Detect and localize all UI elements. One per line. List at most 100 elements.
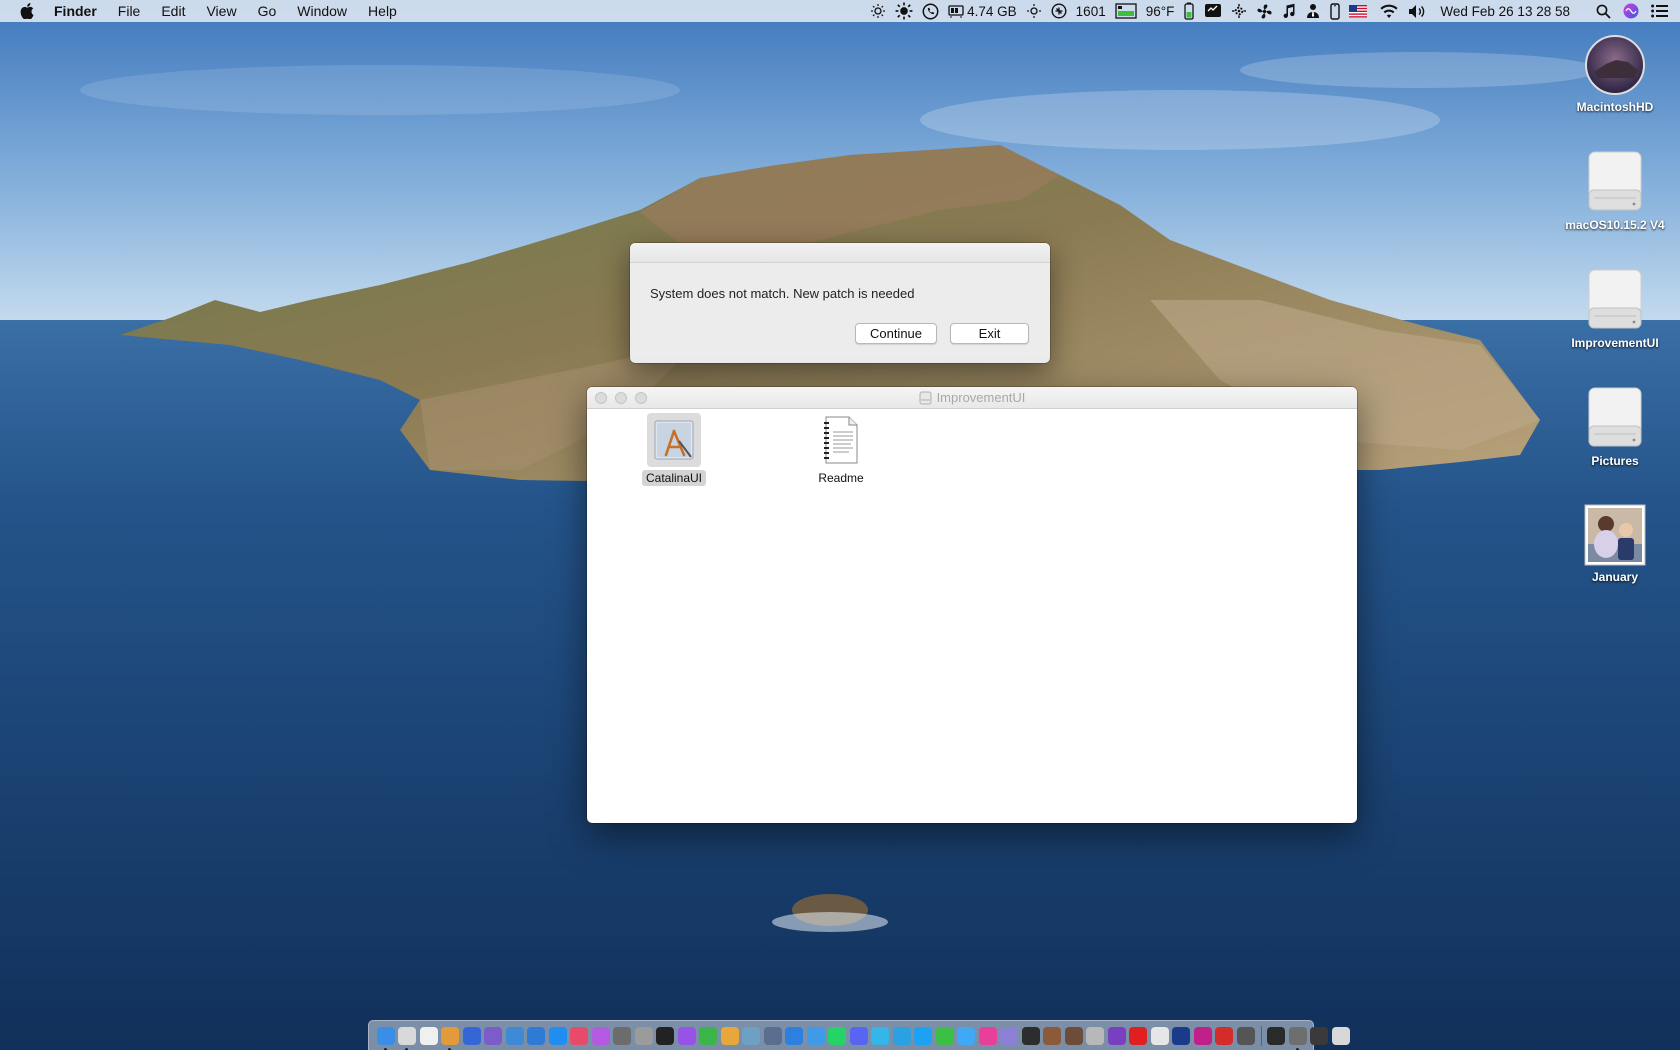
dock-app-icon[interactable] [935,1026,954,1045]
dock-app-icon[interactable] [1215,1026,1234,1045]
file-name: CatalinaUI [641,470,707,486]
dock-app-icon[interactable] [849,1026,868,1045]
dock-app-icon[interactable] [1064,1026,1083,1045]
text-document-icon [814,413,868,467]
us-flag-input-icon[interactable] [1349,4,1368,18]
catalina-disk-icon [1585,35,1645,95]
dock-app-icon[interactable] [634,1026,653,1045]
menu-view[interactable]: View [206,3,236,19]
temperature-value[interactable]: 96°F [1146,4,1175,19]
dock-app-icon[interactable] [1150,1026,1169,1045]
phone-app-icon[interactable] [922,3,939,20]
dock-app-icon[interactable] [763,1026,782,1045]
dock-app-icon[interactable] [505,1026,524,1045]
desktop-icon-macos-drive[interactable]: macOS10.15.2 V4 [1560,150,1670,232]
dock-app-icon[interactable] [871,1026,890,1045]
dock-app-icon[interactable] [613,1026,632,1045]
desktop-icon-label: Pictures [1591,454,1639,468]
menu-window[interactable]: Window [297,3,347,19]
music-note-icon[interactable] [1282,3,1296,19]
notification-center-icon[interactable] [1651,4,1668,18]
menu-help[interactable]: Help [368,3,397,19]
dock-app-icon[interactable] [957,1026,976,1045]
desktop-icon-improvementui-drive[interactable]: ImprovementUI [1560,268,1670,350]
window-title-text: ImprovementUI [936,390,1026,405]
dock-app-icon[interactable] [1021,1026,1040,1045]
screen-mirror-icon[interactable] [1204,3,1222,19]
apple-menu-icon[interactable] [20,3,34,19]
cpu-icon[interactable] [1051,3,1067,19]
dock-app-icon[interactable] [806,1026,825,1045]
dock-app-icon[interactable] [548,1026,567,1045]
desktop-icon-label: ImprovementUI [1571,336,1659,350]
desktop-icon-pictures-drive[interactable]: Pictures [1560,386,1670,468]
wifi-icon[interactable] [1379,4,1399,19]
dock-app-icon[interactable] [1267,1026,1286,1045]
dock-app-icon[interactable] [677,1026,696,1045]
dock-app-icon[interactable] [1043,1026,1062,1045]
dock-app-icon[interactable] [441,1026,460,1050]
dock-app-icon[interactable] [978,1026,997,1045]
battery-level-icon[interactable] [1115,3,1137,19]
desktop-icon-january-photo[interactable]: January [1560,504,1670,584]
window-title: ImprovementUI [587,390,1357,405]
dock-app-icon[interactable] [1172,1026,1191,1045]
dock-app-icon[interactable] [1288,1026,1307,1050]
external-drive-icon [1588,269,1642,329]
dock-app-icon[interactable] [1107,1026,1126,1045]
dock-app-icon[interactable] [1129,1026,1148,1045]
spotlight-search-icon[interactable] [1596,4,1611,19]
external-drive-icon [1588,151,1642,211]
fan-speed-value[interactable]: 1601 [1076,4,1106,19]
dock-app-icon[interactable] [656,1026,675,1045]
dock-app-icon[interactable] [376,1026,395,1050]
dock-app-icon[interactable] [785,1026,804,1045]
dock-app-icon[interactable] [828,1026,847,1045]
dock-app-icon[interactable] [462,1026,481,1045]
dock-app-icon[interactable] [398,1026,417,1050]
dock-app-icon[interactable] [1236,1026,1255,1045]
memory-value: 4.74 GB [967,3,1017,19]
dock-app-icon[interactable] [1193,1026,1212,1045]
file-item-readme[interactable]: Readme [796,413,886,486]
brightness-small-icon[interactable] [1026,3,1042,19]
dock-app-icon[interactable] [1086,1026,1105,1045]
desktop-icon-macintoshhd[interactable]: MacintoshHD [1560,34,1670,114]
memory-status[interactable]: 4.74 GB [948,4,1017,19]
file-item-catalinaui[interactable]: CatalinaUI [629,413,719,486]
dock-app-icon[interactable] [742,1026,761,1045]
trash-icon[interactable] [1331,1026,1350,1045]
menu-file[interactable]: File [118,3,141,19]
desktop-icon-label: macOS10.15.2 V4 [1565,218,1665,232]
exit-button[interactable]: Exit [950,323,1029,344]
user-agent-icon[interactable] [1305,3,1321,19]
clock[interactable]: Wed Feb 26 13 28 58 [1440,4,1570,19]
dock-app-icon[interactable] [914,1026,933,1045]
dock-app-icon[interactable] [1310,1026,1329,1045]
finder-titlebar[interactable]: ImprovementUI [587,387,1357,409]
fan-icon[interactable] [1256,3,1273,20]
dock-app-icon[interactable] [699,1026,718,1045]
drive-proxy-icon[interactable] [919,391,932,405]
app-installer-icon [647,413,701,467]
battery-icon[interactable] [1183,2,1195,20]
brightness-icon[interactable] [870,3,886,19]
dock-app-icon[interactable] [892,1026,911,1045]
file-name: Readme [818,471,864,485]
dock-app-icon[interactable] [484,1026,503,1045]
iphone-icon[interactable] [1330,2,1341,20]
continue-button[interactable]: Continue [855,323,937,344]
menu-go[interactable]: Go [258,3,277,19]
settings-gear-icon[interactable] [1231,3,1247,19]
dock-app-icon[interactable] [720,1026,739,1045]
sun-icon[interactable] [895,2,913,20]
dock-app-icon[interactable] [419,1026,438,1045]
menu-app-finder[interactable]: Finder [54,3,97,19]
menu-edit[interactable]: Edit [161,3,185,19]
volume-icon[interactable] [1408,4,1428,19]
dock-app-icon[interactable] [527,1026,546,1045]
siri-icon[interactable] [1623,3,1639,19]
dock-app-icon[interactable] [591,1026,610,1045]
dock-app-icon[interactable] [1000,1026,1019,1045]
dock-app-icon[interactable] [570,1026,589,1045]
